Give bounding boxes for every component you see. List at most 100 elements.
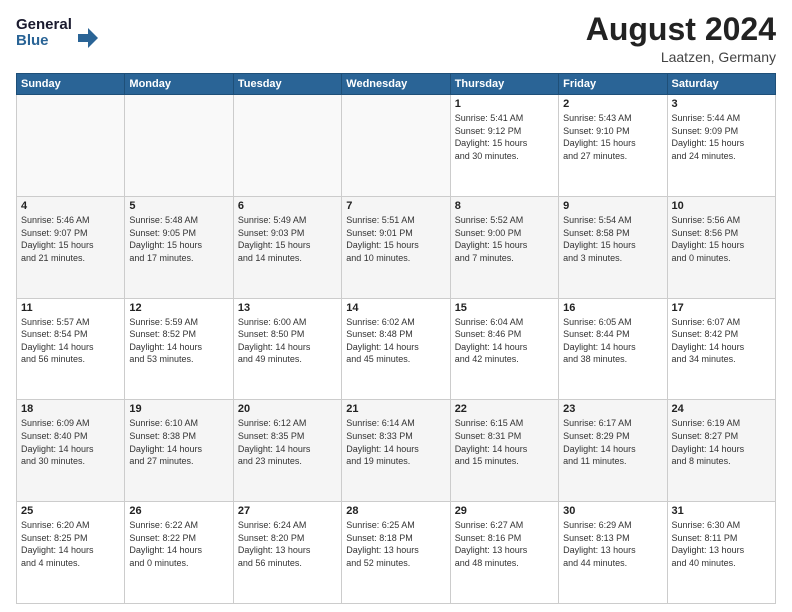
table-cell: 1 Sunrise: 5:41 AMSunset: 9:12 PMDaylight… bbox=[450, 95, 558, 197]
day-detail: Sunrise: 6:14 AMSunset: 8:33 PMDaylight:… bbox=[346, 417, 445, 467]
calendar-week-4: 18 Sunrise: 6:09 AMSunset: 8:40 PMDayligh… bbox=[17, 400, 776, 502]
table-cell: 13 Sunrise: 6:00 AMSunset: 8:50 PMDayligh… bbox=[233, 298, 341, 400]
day-number: 24 bbox=[672, 403, 771, 415]
day-detail: Sunrise: 5:54 AMSunset: 8:58 PMDaylight:… bbox=[563, 214, 662, 264]
location: Laatzen, Germany bbox=[586, 49, 776, 65]
table-cell: 8Sunrise: 5:52 AMSunset: 9:00 PMDaylight… bbox=[450, 196, 558, 298]
table-cell: 3 Sunrise: 5:44 AMSunset: 9:09 PMDaylight… bbox=[667, 95, 775, 197]
calendar-week-3: 11 Sunrise: 5:57 AMSunset: 8:54 PMDayligh… bbox=[17, 298, 776, 400]
day-detail: Sunrise: 6:24 AMSunset: 8:20 PMDaylight:… bbox=[238, 519, 337, 569]
day-number: 4 bbox=[21, 200, 120, 212]
day-detail: Sunrise: 5:41 AMSunset: 9:12 PMDaylight:… bbox=[455, 112, 554, 162]
header-friday: Friday bbox=[559, 74, 667, 95]
table-cell: 22 Sunrise: 6:15 AMSunset: 8:31 PMDayligh… bbox=[450, 400, 558, 502]
table-cell: 10 Sunrise: 5:56 AMSunset: 8:56 PMDayligh… bbox=[667, 196, 775, 298]
header-saturday: Saturday bbox=[667, 74, 775, 95]
day-detail: Sunrise: 5:49 AMSunset: 9:03 PMDaylight:… bbox=[238, 214, 337, 264]
day-number: 20 bbox=[238, 403, 337, 415]
header-sunday: Sunday bbox=[17, 74, 125, 95]
day-number: 25 bbox=[21, 505, 120, 517]
header-wednesday: Wednesday bbox=[342, 74, 450, 95]
day-number: 30 bbox=[563, 505, 662, 517]
day-detail: Sunrise: 6:17 AMSunset: 8:29 PMDaylight:… bbox=[563, 417, 662, 467]
header-tuesday: Tuesday bbox=[233, 74, 341, 95]
day-number: 11 bbox=[21, 302, 120, 314]
table-cell: 15Sunrise: 6:04 AMSunset: 8:46 PMDayligh… bbox=[450, 298, 558, 400]
day-detail: Sunrise: 5:46 AMSunset: 9:07 PMDaylight:… bbox=[21, 214, 120, 264]
calendar-week-5: 25 Sunrise: 6:20 AMSunset: 8:25 PMDayligh… bbox=[17, 502, 776, 604]
title-block: August 2024 Laatzen, Germany bbox=[586, 12, 776, 65]
day-detail: Sunrise: 6:27 AMSunset: 8:16 PMDaylight:… bbox=[455, 519, 554, 569]
table-cell: 11 Sunrise: 5:57 AMSunset: 8:54 PMDayligh… bbox=[17, 298, 125, 400]
day-number: 17 bbox=[672, 302, 771, 314]
day-number: 31 bbox=[672, 505, 771, 517]
calendar-week-1: 1 Sunrise: 5:41 AMSunset: 9:12 PMDaylight… bbox=[17, 95, 776, 197]
svg-text:Blue: Blue bbox=[16, 32, 49, 48]
day-detail: Sunrise: 6:07 AMSunset: 8:42 PMDaylight:… bbox=[672, 316, 771, 366]
day-detail: Sunrise: 5:43 AMSunset: 9:10 PMDaylight:… bbox=[563, 112, 662, 162]
table-cell: 30 Sunrise: 6:29 AMSunset: 8:13 PMDayligh… bbox=[559, 502, 667, 604]
day-number: 18 bbox=[21, 403, 120, 415]
table-cell bbox=[17, 95, 125, 197]
day-detail: Sunrise: 6:22 AMSunset: 8:22 PMDaylight:… bbox=[129, 519, 228, 569]
day-number: 14 bbox=[346, 302, 445, 314]
table-cell: 20 Sunrise: 6:12 AMSunset: 8:35 PMDayligh… bbox=[233, 400, 341, 502]
day-detail: Sunrise: 6:25 AMSunset: 8:18 PMDaylight:… bbox=[346, 519, 445, 569]
day-number: 28 bbox=[346, 505, 445, 517]
header: General Blue August 2024 Laatzen, German… bbox=[16, 12, 776, 65]
day-number: 6 bbox=[238, 200, 337, 212]
day-number: 10 bbox=[672, 200, 771, 212]
day-number: 1 bbox=[455, 98, 554, 110]
day-detail: Sunrise: 6:20 AMSunset: 8:25 PMDaylight:… bbox=[21, 519, 120, 569]
table-cell: 17 Sunrise: 6:07 AMSunset: 8:42 PMDayligh… bbox=[667, 298, 775, 400]
day-detail: Sunrise: 5:56 AMSunset: 8:56 PMDaylight:… bbox=[672, 214, 771, 264]
day-detail: Sunrise: 6:02 AMSunset: 8:48 PMDaylight:… bbox=[346, 316, 445, 366]
day-detail: Sunrise: 6:29 AMSunset: 8:13 PMDaylight:… bbox=[563, 519, 662, 569]
logo-svg: General Blue bbox=[16, 12, 106, 48]
table-cell: 14 Sunrise: 6:02 AMSunset: 8:48 PMDayligh… bbox=[342, 298, 450, 400]
table-cell: 16 Sunrise: 6:05 AMSunset: 8:44 PMDayligh… bbox=[559, 298, 667, 400]
table-cell: 2 Sunrise: 5:43 AMSunset: 9:10 PMDaylight… bbox=[559, 95, 667, 197]
month-title: August 2024 bbox=[586, 12, 776, 47]
day-number: 7 bbox=[346, 200, 445, 212]
day-detail: Sunrise: 5:44 AMSunset: 9:09 PMDaylight:… bbox=[672, 112, 771, 162]
day-detail: Sunrise: 6:05 AMSunset: 8:44 PMDaylight:… bbox=[563, 316, 662, 366]
day-number: 21 bbox=[346, 403, 445, 415]
day-detail: Sunrise: 5:57 AMSunset: 8:54 PMDaylight:… bbox=[21, 316, 120, 366]
table-cell: 7Sunrise: 5:51 AMSunset: 9:01 PMDaylight… bbox=[342, 196, 450, 298]
table-cell bbox=[342, 95, 450, 197]
weekday-header-row: Sunday Monday Tuesday Wednesday Thursday… bbox=[17, 74, 776, 95]
day-number: 9 bbox=[563, 200, 662, 212]
day-number: 2 bbox=[563, 98, 662, 110]
day-number: 12 bbox=[129, 302, 228, 314]
day-detail: Sunrise: 6:15 AMSunset: 8:31 PMDaylight:… bbox=[455, 417, 554, 467]
table-cell: 26 Sunrise: 6:22 AMSunset: 8:22 PMDayligh… bbox=[125, 502, 233, 604]
table-cell: 28 Sunrise: 6:25 AMSunset: 8:18 PMDayligh… bbox=[342, 502, 450, 604]
day-detail: Sunrise: 6:19 AMSunset: 8:27 PMDaylight:… bbox=[672, 417, 771, 467]
table-cell: 27 Sunrise: 6:24 AMSunset: 8:20 PMDayligh… bbox=[233, 502, 341, 604]
day-number: 27 bbox=[238, 505, 337, 517]
day-detail: Sunrise: 6:09 AMSunset: 8:40 PMDaylight:… bbox=[21, 417, 120, 467]
day-number: 26 bbox=[129, 505, 228, 517]
day-number: 22 bbox=[455, 403, 554, 415]
table-cell: 21 Sunrise: 6:14 AMSunset: 8:33 PMDayligh… bbox=[342, 400, 450, 502]
table-cell bbox=[125, 95, 233, 197]
table-cell: 12Sunrise: 5:59 AMSunset: 8:52 PMDayligh… bbox=[125, 298, 233, 400]
table-cell bbox=[233, 95, 341, 197]
logo: General Blue bbox=[16, 12, 106, 48]
header-thursday: Thursday bbox=[450, 74, 558, 95]
svg-text:General: General bbox=[16, 16, 72, 33]
day-number: 13 bbox=[238, 302, 337, 314]
day-number: 23 bbox=[563, 403, 662, 415]
day-number: 19 bbox=[129, 403, 228, 415]
day-number: 29 bbox=[455, 505, 554, 517]
day-detail: Sunrise: 6:04 AMSunset: 8:46 PMDaylight:… bbox=[455, 316, 554, 366]
day-detail: Sunrise: 6:10 AMSunset: 8:38 PMDaylight:… bbox=[129, 417, 228, 467]
day-detail: Sunrise: 6:00 AMSunset: 8:50 PMDaylight:… bbox=[238, 316, 337, 366]
day-detail: Sunrise: 6:12 AMSunset: 8:35 PMDaylight:… bbox=[238, 417, 337, 467]
table-cell: 24 Sunrise: 6:19 AMSunset: 8:27 PMDayligh… bbox=[667, 400, 775, 502]
day-number: 16 bbox=[563, 302, 662, 314]
table-cell: 5Sunrise: 5:48 AMSunset: 9:05 PMDaylight… bbox=[125, 196, 233, 298]
day-number: 3 bbox=[672, 98, 771, 110]
table-cell: 9 Sunrise: 5:54 AMSunset: 8:58 PMDaylight… bbox=[559, 196, 667, 298]
